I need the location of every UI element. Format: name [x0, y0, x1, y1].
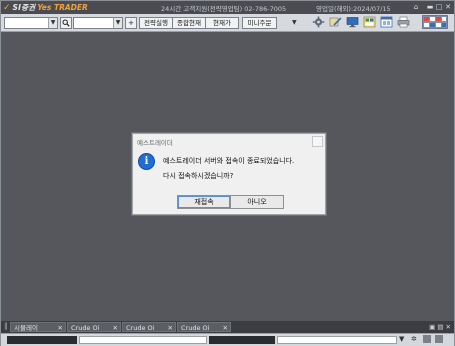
chevron-down-icon[interactable]: ▼	[113, 18, 122, 28]
title-bar: ✓ SI증권 Yes TRADER 24시간 고객지원(전략영업팀) 02-78…	[1, 1, 454, 14]
multi-screen-icon[interactable]	[422, 15, 448, 29]
screen-combo[interactable]: ▼	[73, 17, 123, 29]
layout-grid-icon[interactable]	[363, 16, 376, 28]
home-icon[interactable]: ⌂	[412, 3, 420, 11]
tab-crude-oil-3[interactable]: Crude Oi ✕	[177, 322, 231, 332]
dialog-close-icon[interactable]	[312, 136, 323, 147]
tab-bar-grip: ‖	[4, 322, 8, 330]
monitor-icon[interactable]	[346, 16, 359, 28]
business-day: 영업일(해외):2024/07/15	[316, 5, 391, 13]
no-button[interactable]: 아니오	[230, 195, 284, 209]
tab-label: 시뮬레이	[14, 324, 38, 332]
reconnect-button[interactable]: 재접속	[177, 195, 231, 209]
app-logo: ✓ SI증권 Yes TRADER	[3, 2, 88, 13]
tab-label: Crude Oi	[71, 324, 100, 332]
close-icon[interactable]: ✕	[444, 3, 452, 11]
dialog-message-line2: 다시 접속하시겠습니까?	[163, 172, 234, 180]
tab-close-icon[interactable]: ✕	[223, 323, 228, 333]
tab-bar-controls[interactable]: ▣ ▤ ✕	[429, 323, 451, 331]
tab-label: Crude Oi	[126, 324, 155, 332]
tab-crude-oil-1[interactable]: Crude Oi ✕	[67, 322, 121, 332]
window-tab-bar: ‖ 시뮬레이 ✕ Crude Oi ✕ Crude Oi ✕ Crude Oi …	[1, 321, 454, 333]
support-hotline: 24시간 고객지원(전략영업팀) 02-786-7005	[161, 5, 287, 13]
disconnect-dialog: 예스트레이더 i 예스트레이더 서버와 접속이 종료되었습니다. 다시 접속하시…	[132, 133, 326, 215]
status-segment	[277, 336, 397, 344]
add-button[interactable]: +	[125, 17, 137, 29]
overview-button[interactable]: 종합현재	[172, 17, 206, 29]
maximize-icon[interactable]: □	[435, 3, 443, 11]
tab-close-icon[interactable]: ✕	[168, 323, 173, 333]
tools-icon[interactable]	[329, 16, 342, 28]
status-bar: ▼ ✲	[1, 333, 454, 346]
settings-gear-icon[interactable]: ✲	[411, 335, 417, 343]
toolbar-menu-dropdown[interactable]: ▼	[292, 19, 297, 26]
status-segment	[7, 336, 77, 344]
logo-brand: SI증권	[12, 3, 36, 12]
info-icon: i	[138, 153, 155, 170]
main-toolbar: ▼ ▼ + 전략실행 종합현재 현재가 미니주문 ▼	[1, 14, 454, 32]
search-icon	[62, 19, 70, 27]
logo-product: Yes TRADER	[37, 3, 88, 12]
tab-simulation[interactable]: 시뮬레이 ✕	[10, 322, 66, 332]
settings-gear-icon[interactable]	[312, 16, 325, 28]
chevron-down-icon[interactable]: ▼	[399, 335, 404, 343]
minimize-icon[interactable]: ▬	[426, 3, 434, 11]
symbol-combo[interactable]: ▼	[4, 17, 58, 29]
status-segment	[79, 336, 207, 344]
tab-close-icon[interactable]: ✕	[113, 323, 118, 333]
dialog-message-line1: 예스트레이더 서버와 접속이 종료되었습니다.	[163, 157, 295, 165]
window-cascade-icon[interactable]	[380, 16, 393, 28]
printer-icon[interactable]	[397, 16, 410, 28]
mini-order-button[interactable]: 미니주문	[242, 17, 277, 29]
logo-checkmark-icon: ✓	[3, 2, 11, 13]
app-window: ✓ SI증권 Yes TRADER 24시간 고객지원(전략영업팀) 02-78…	[0, 0, 455, 346]
tab-crude-oil-2[interactable]: Crude Oi ✕	[122, 322, 176, 332]
dialog-title-bar: 예스트레이더	[133, 134, 325, 147]
lock-icon[interactable]	[423, 335, 431, 343]
dialog-title: 예스트레이더	[137, 139, 173, 147]
current-price-button[interactable]: 현재가	[205, 17, 239, 29]
clock-icon[interactable]	[435, 335, 443, 343]
chevron-down-icon[interactable]: ▼	[48, 18, 57, 28]
tab-label: Crude Oi	[181, 324, 210, 332]
tab-close-icon[interactable]: ✕	[58, 323, 63, 333]
strategy-run-button[interactable]: 전략실행	[139, 17, 173, 29]
status-segment	[209, 336, 275, 344]
search-button[interactable]	[60, 17, 72, 29]
